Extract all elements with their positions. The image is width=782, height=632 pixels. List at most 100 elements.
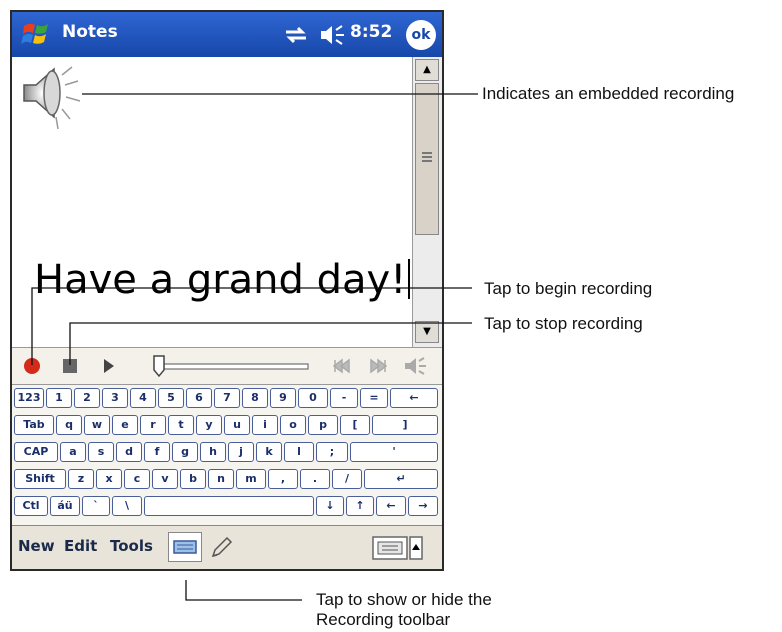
title-bar: Notes 8:52 ok [12, 12, 442, 57]
key[interactable]: . [300, 469, 330, 489]
arrow-down-key[interactable]: ↓ [316, 496, 344, 516]
key[interactable]: f [144, 442, 170, 462]
key[interactable]: y [196, 415, 222, 435]
menu-tools[interactable]: Tools [110, 537, 153, 555]
scroll-down-button[interactable]: ▼ [415, 321, 439, 343]
key[interactable]: l [284, 442, 314, 462]
playback-slider[interactable] [152, 354, 312, 378]
key[interactable]: s [88, 442, 114, 462]
recording-toolbar-toggle[interactable] [168, 532, 202, 562]
vertical-scrollbar[interactable]: ▲ ▼ [412, 57, 442, 347]
key[interactable]: 3 [102, 388, 128, 408]
arrow-up-key[interactable]: ↑ [346, 496, 374, 516]
key[interactable]: 123 [14, 388, 44, 408]
key[interactable]: n [208, 469, 234, 489]
key[interactable]: q [56, 415, 82, 435]
windows-flag-icon[interactable] [20, 18, 52, 50]
input-selector[interactable] [372, 534, 424, 562]
pocket-pc-screen: Notes 8:52 ok Have a grand day! ▲ ▼ 123 … [10, 10, 444, 571]
key[interactable]: g [172, 442, 198, 462]
note-area[interactable]: Have a grand day! [12, 57, 412, 347]
key[interactable]: 2 [74, 388, 100, 408]
key[interactable]: 6 [186, 388, 212, 408]
key[interactable]: , [268, 469, 298, 489]
menu-new[interactable]: New [18, 537, 55, 555]
tab-key[interactable]: Tab [14, 415, 54, 435]
key[interactable]: 9 [270, 388, 296, 408]
key[interactable]: ] [372, 415, 438, 435]
scroll-up-button[interactable]: ▲ [415, 59, 439, 81]
key[interactable]: d [116, 442, 142, 462]
key[interactable]: 5 [158, 388, 184, 408]
soft-keyboard: 123 1 2 3 4 5 6 7 8 9 0 - = ← Tab q w e … [12, 385, 442, 525]
key[interactable]: [ [340, 415, 370, 435]
key[interactable]: 8 [242, 388, 268, 408]
key[interactable]: ` [82, 496, 110, 516]
key[interactable]: 1 [46, 388, 72, 408]
arrow-right-key[interactable]: → [408, 496, 438, 516]
backspace-key[interactable]: ← [390, 388, 438, 408]
key[interactable]: 4 [130, 388, 156, 408]
key[interactable]: ; [316, 442, 348, 462]
caps-key[interactable]: CAP [14, 442, 58, 462]
menu-bar: New Edit Tools [12, 525, 442, 569]
volume-icon[interactable] [402, 353, 430, 379]
key[interactable]: t [168, 415, 194, 435]
key[interactable]: x [96, 469, 122, 489]
shift-key[interactable]: Shift [14, 469, 66, 489]
thumb-grip [422, 160, 432, 162]
key[interactable]: j [228, 442, 254, 462]
note-content: Have a grand day! [34, 257, 407, 303]
text-cursor [408, 259, 411, 299]
key[interactable]: p [308, 415, 338, 435]
skip-forward-icon[interactable] [364, 353, 392, 379]
key[interactable]: 7 [214, 388, 240, 408]
key[interactable]: / [332, 469, 362, 489]
key[interactable]: = [360, 388, 388, 408]
thumb-grip [422, 156, 432, 158]
key[interactable]: c [124, 469, 150, 489]
speaker-icon[interactable] [318, 22, 346, 48]
key[interactable]: w [84, 415, 110, 435]
key[interactable]: h [200, 442, 226, 462]
key[interactable]: r [140, 415, 166, 435]
key[interactable]: v [152, 469, 178, 489]
pen-icon[interactable] [209, 534, 235, 560]
key[interactable]: u [224, 415, 250, 435]
ok-button[interactable]: ok [406, 20, 436, 50]
intl-key[interactable]: áü [50, 496, 80, 516]
scroll-thumb[interactable] [415, 83, 439, 235]
key[interactable]: a [60, 442, 86, 462]
play-icon[interactable] [94, 353, 122, 379]
key[interactable]: ' [350, 442, 438, 462]
callout-toolbar-line2: Recording toolbar [316, 610, 451, 629]
key[interactable]: b [180, 469, 206, 489]
keyboard-row-1: 123 1 2 3 4 5 6 7 8 9 0 - = ← [12, 388, 442, 410]
arrow-left-key[interactable]: ← [376, 496, 406, 516]
embedded-recording-icon[interactable] [18, 61, 86, 133]
spacebar[interactable] [144, 496, 314, 516]
key[interactable]: e [112, 415, 138, 435]
key[interactable]: 0 [298, 388, 328, 408]
ctrl-key[interactable]: Ctl [14, 496, 48, 516]
key[interactable]: o [280, 415, 306, 435]
menu-edit[interactable]: Edit [64, 537, 97, 555]
record-icon[interactable] [18, 353, 46, 379]
key[interactable]: i [252, 415, 278, 435]
connectivity-icon[interactable] [282, 24, 310, 46]
keyboard-row-5: Ctl áü ` \ ↓ ↑ ← → [12, 496, 442, 518]
keyboard-row-4: Shift z x c v b n m , . / ↵ [12, 469, 442, 491]
key[interactable]: \ [112, 496, 142, 516]
key[interactable]: m [236, 469, 266, 489]
key[interactable]: k [256, 442, 282, 462]
note-text[interactable]: Have a grand day! [34, 257, 411, 303]
stop-icon[interactable] [56, 353, 84, 379]
thumb-grip [422, 152, 432, 154]
callout-begin-recording: Tap to begin recording [484, 279, 653, 298]
enter-key[interactable]: ↵ [364, 469, 438, 489]
clock[interactable]: 8:52 [350, 22, 392, 42]
keyboard-row-2: Tab q w e r t y u i o p [ ] [12, 415, 442, 437]
key[interactable]: - [330, 388, 358, 408]
key[interactable]: z [68, 469, 94, 489]
skip-back-icon[interactable] [328, 353, 356, 379]
